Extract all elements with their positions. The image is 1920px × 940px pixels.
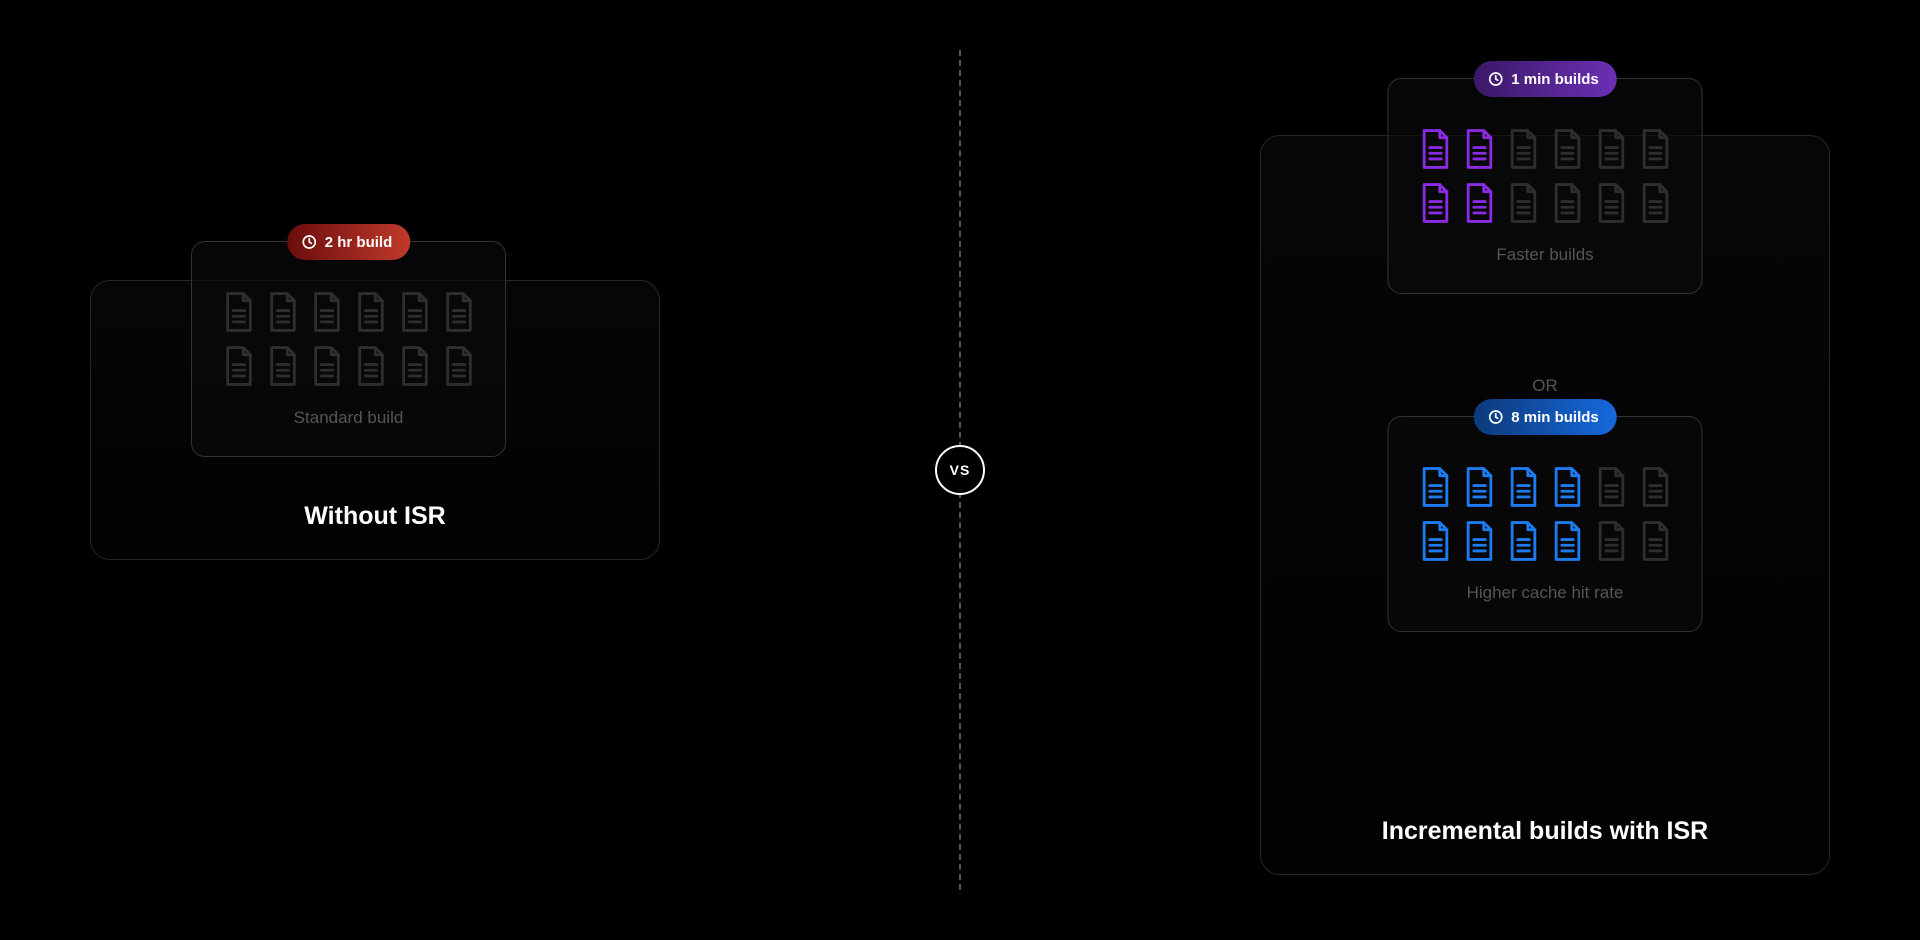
doc-grid-left [222, 290, 476, 388]
document-icon [1638, 465, 1672, 509]
clock-icon [301, 234, 317, 250]
outer-title-right: Incremental builds with ISR [1261, 817, 1829, 846]
vs-label: VS [950, 462, 971, 478]
panel-caption: Higher cache hit rate [1467, 583, 1624, 603]
document-icon [1506, 465, 1540, 509]
clock-icon [1487, 71, 1503, 87]
document-icon [1462, 519, 1496, 563]
document-icon [1550, 127, 1584, 171]
document-icon [1594, 127, 1628, 171]
document-icon [222, 344, 256, 388]
document-icon [398, 344, 432, 388]
pill-build-time-left: 2 hr build [287, 224, 411, 260]
vs-badge: VS [935, 445, 985, 495]
diagram-stage: VS 2 hr build Standard build Without ISR… [0, 0, 1920, 940]
document-icon [1638, 127, 1672, 171]
document-icon [442, 344, 476, 388]
document-icon [1594, 465, 1628, 509]
document-icon [310, 290, 344, 334]
document-icon [222, 290, 256, 334]
document-icon [1638, 181, 1672, 225]
document-icon [1462, 465, 1496, 509]
pill-label: 8 min builds [1511, 409, 1599, 426]
pill-build-time-bottom: 8 min builds [1473, 399, 1617, 435]
card-with-isr: 1 min builds Faster builds OR 8 min buil… [1260, 135, 1830, 875]
document-icon [1550, 181, 1584, 225]
document-icon [1550, 465, 1584, 509]
document-icon [310, 344, 344, 388]
document-icon [1418, 519, 1452, 563]
document-icon [1462, 127, 1496, 171]
panel-caption: Standard build [294, 408, 404, 428]
document-icon [1506, 127, 1540, 171]
doc-grid-bottom [1418, 465, 1672, 563]
document-icon [354, 290, 388, 334]
document-icon [1506, 519, 1540, 563]
document-icon [1418, 465, 1452, 509]
document-icon [1418, 181, 1452, 225]
document-icon [1506, 181, 1540, 225]
document-icon [1550, 519, 1584, 563]
document-icon [1594, 519, 1628, 563]
pill-build-time-top: 1 min builds [1473, 61, 1617, 97]
pill-label: 2 hr build [325, 234, 393, 251]
panel-caption: Faster builds [1496, 245, 1593, 265]
clock-icon [1487, 409, 1503, 425]
outer-title-left: Without ISR [91, 502, 659, 531]
panel-higher-cache: 8 min builds Higher cache hit rate [1388, 416, 1703, 632]
panel-standard-build: 2 hr build Standard build [191, 241, 506, 457]
doc-grid-top [1418, 127, 1672, 225]
document-icon [1418, 127, 1452, 171]
document-icon [398, 290, 432, 334]
panel-faster-builds: 1 min builds Faster builds [1388, 78, 1703, 294]
or-label: OR [1261, 376, 1829, 396]
document-icon [1462, 181, 1496, 225]
document-icon [442, 290, 476, 334]
document-icon [354, 344, 388, 388]
document-icon [266, 290, 300, 334]
document-icon [1594, 181, 1628, 225]
card-without-isr: 2 hr build Standard build Without ISR [90, 280, 660, 560]
pill-label: 1 min builds [1511, 71, 1599, 88]
document-icon [1638, 519, 1672, 563]
document-icon [266, 344, 300, 388]
